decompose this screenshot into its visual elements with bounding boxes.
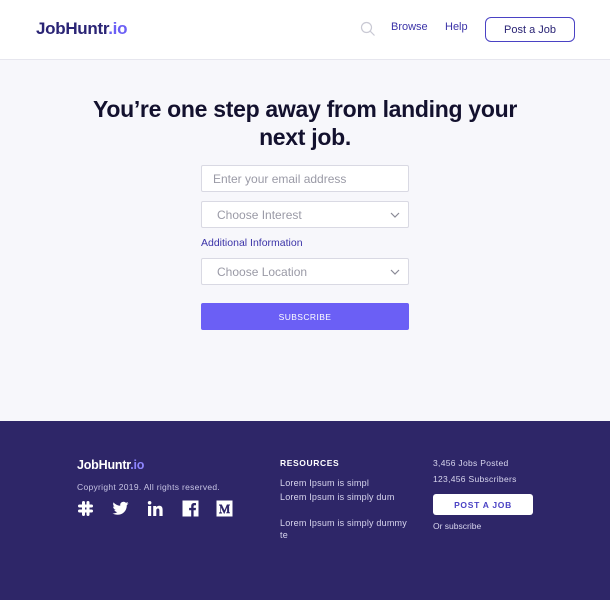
additional-information-label: Additional Information [201, 237, 303, 249]
nav-help[interactable]: Help [445, 21, 468, 33]
subscribe-button[interactable]: SUBSCRIBE [201, 303, 409, 330]
linkedin-icon[interactable] [147, 500, 164, 517]
twitter-icon[interactable] [112, 500, 129, 517]
slack-icon[interactable] [77, 500, 94, 517]
logo[interactable]: JobHuntr.io [36, 19, 127, 39]
nav-browse[interactable]: Browse [391, 21, 428, 33]
resources-heading: RESOURCES [280, 458, 340, 468]
search-icon[interactable] [360, 21, 376, 37]
site-header: JobHuntr.io Browse Help Post a Job [0, 0, 610, 60]
jobs-posted-stat: 3,456 Jobs Posted [433, 458, 509, 468]
page-title: You’re one step away from landing your n… [93, 96, 517, 150]
chevron-down-icon [390, 269, 400, 275]
post-job-button[interactable]: Post a Job [485, 17, 575, 42]
resource-link[interactable]: Lorem Ipsum is simply dummy te [280, 517, 410, 541]
site-footer: JobHuntr.io Copyright 2019. All rights r… [0, 421, 610, 600]
location-select[interactable]: Choose Location [201, 258, 409, 285]
resource-link[interactable]: Lorem Ipsum is simply dum [280, 491, 410, 503]
email-field[interactable]: Enter your email address [201, 165, 409, 192]
footer-post-job-button[interactable]: POST A JOB [433, 494, 533, 515]
footer-logo[interactable]: JobHuntr.io [77, 458, 144, 472]
medium-icon[interactable] [216, 500, 233, 517]
chevron-down-icon [390, 212, 400, 218]
copyright-text: Copyright 2019. All rights reserved. [77, 482, 221, 492]
subscribers-stat: 123,456 Subscribers [433, 474, 517, 484]
facebook-icon[interactable] [182, 500, 199, 517]
interest-select[interactable]: Choose Interest [201, 201, 409, 228]
or-subscribe-link[interactable]: Or subscribe [433, 521, 481, 531]
resource-link[interactable]: Lorem Ipsum is simpl [280, 477, 410, 489]
